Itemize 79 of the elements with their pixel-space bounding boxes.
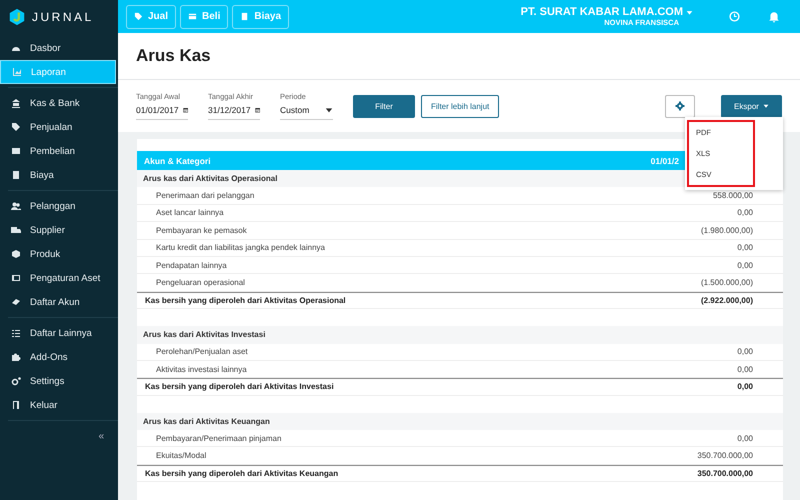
amount: 0,00 (737, 347, 753, 356)
total-amount: (2.922.000,00) (700, 296, 753, 305)
total-label: Kas bersih yang diperoleh dari Aktivitas Keuangan (145, 469, 338, 478)
box-icon (11, 249, 21, 259)
amount: 0,00 (737, 243, 753, 252)
account-label: Perolehan/Penjualan aset (156, 347, 248, 356)
date-field[interactable]: 01/01/2017 (136, 105, 188, 120)
sidebar-item[interactable]: Dasbor (0, 36, 116, 60)
total-label: Kas bersih yang diperoleh dari Aktivitas Investasi (145, 382, 334, 392)
section-title: Arus kas dari Aktivitas Investasi (143, 330, 266, 340)
sidebar-item[interactable]: Kas & Bank (0, 91, 116, 115)
account-label: Pendapatan lainnya (156, 260, 227, 270)
receipt-icon (240, 12, 250, 21)
advanced-filter-button[interactable]: Filter lebih lanjut (421, 94, 500, 118)
tag-icon (11, 122, 21, 132)
bank-icon (11, 98, 21, 108)
account-label: Pembayaran/Penerimaan pinjaman (156, 434, 282, 443)
account-label: Kartu kredit dan liabilitas jangka pendek lainnya (156, 243, 325, 252)
amount: (1.500.000,00) (700, 278, 753, 288)
account-label: Ekuitas/Modal (156, 451, 206, 460)
logo-text: JURNAL (32, 10, 94, 24)
sidebar-item[interactable]: Pengaturan Aset (0, 266, 116, 290)
card-icon (11, 146, 21, 156)
sidebar-item[interactable]: Biaya (0, 163, 116, 187)
amount: 0,00 (737, 208, 753, 218)
sidebar-item[interactable]: Supplier (0, 218, 116, 242)
account-label: Penerimaan dari pelanggan (156, 191, 254, 200)
settings-button[interactable] (665, 94, 695, 118)
amount: 0,00 (737, 364, 753, 374)
calendar-icon (182, 105, 188, 115)
total-amount: 0,00 (737, 382, 753, 392)
period-dropdown[interactable]: Custom (280, 105, 333, 120)
receipt-icon (11, 170, 21, 180)
amount: 350.700.000,00 (697, 451, 753, 460)
frame-icon (11, 273, 21, 283)
sidebar-item[interactable]: Pembelian (0, 139, 116, 163)
calendar-icon (254, 105, 260, 115)
sidebar-item[interactable]: Penjualan (0, 115, 116, 139)
logo-icon (8, 6, 26, 26)
total-label: Kas bersih yang diperoleh dari Aktivitas Operasional (145, 296, 346, 305)
account-label: Pembayaran ke pemasok (156, 226, 247, 235)
caret-icon (325, 106, 333, 114)
amount: 0,00 (737, 434, 753, 443)
sidebar-item[interactable]: Add-Ons (0, 345, 116, 369)
puzzle-icon (11, 352, 21, 362)
list-icon (11, 328, 21, 338)
page-title: Arus Kas (136, 46, 211, 66)
card-icon (188, 12, 198, 21)
sidebar-item[interactable]: Daftar Lainnya (0, 321, 116, 345)
sidebar-item[interactable]: Produk (0, 242, 116, 266)
collapse-icon[interactable]: « (98, 431, 104, 442)
settings-icon (675, 101, 685, 111)
column-header: 01/01/2 (650, 156, 679, 166)
amount: (1.980.000,00) (700, 226, 753, 235)
account-label: Pengeluaran operasional (156, 278, 245, 288)
tag-icon (134, 12, 143, 21)
people-icon (11, 201, 21, 211)
total-amount: 350.700.000,00 (697, 469, 753, 478)
bell-icon (768, 10, 780, 22)
export-button[interactable]: Ekspor (721, 94, 782, 118)
amount: 0,00 (737, 260, 753, 270)
sidebar-item[interactable]: Daftar Akun (0, 290, 116, 314)
filter-button[interactable]: Filter (353, 94, 415, 118)
amount: 558.000,00 (712, 191, 753, 200)
sidebar-item[interactable]: Settings (0, 369, 116, 393)
column-header: Akun & Kategori (144, 156, 211, 166)
account-label: Aset lancar lainnya (156, 208, 224, 218)
clock-icon (729, 11, 740, 22)
date-field[interactable]: 31/12/2017 (208, 105, 260, 120)
sidebar-item[interactable]: Keluar (0, 393, 116, 417)
section-title: Arus kas dari Aktivitas Keuangan (143, 416, 270, 426)
chart-icon (12, 67, 22, 77)
truck-icon (11, 225, 21, 235)
section-title: Arus kas dari Aktivitas Operasional (143, 174, 278, 184)
caret-icon (686, 8, 693, 16)
caret-icon (762, 103, 769, 109)
door-icon (11, 400, 21, 410)
sidebar-item[interactable]: Pelanggan (0, 194, 116, 218)
account-label: Aktivitas investasi lainnya (156, 364, 247, 374)
